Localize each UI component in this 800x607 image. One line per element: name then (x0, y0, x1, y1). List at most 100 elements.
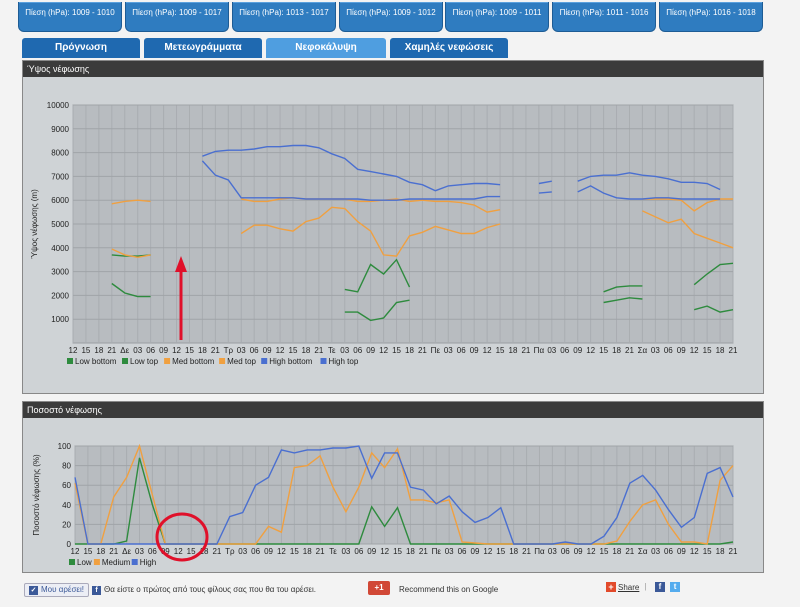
cloud-percent-panel: Ποσοστό νέφωσης 0 20 40 60 80 100 Ποσοστό νέφω… (22, 401, 764, 573)
x-tick-label: 06 (664, 346, 673, 355)
x-tick-label: 09 (677, 346, 686, 355)
facebook-like-text: f Θα είστε ο πρώτος από τους φίλους σας π… (92, 585, 316, 595)
x-tick-label: 03 (340, 346, 349, 355)
x-tick-label: 15 (289, 346, 298, 355)
pressure-tab[interactable]: Πίεση (hPa): 1009 - 1010 (18, 2, 122, 32)
facebook-share-icon[interactable]: f (654, 582, 665, 592)
x-tick-label: 09 (161, 547, 170, 556)
x-tick-label: Τρ (225, 547, 235, 556)
x-tick-label: 03 (237, 346, 246, 355)
x-tick-label: Τε (329, 547, 337, 556)
y-tick-label: 3000 (51, 268, 69, 277)
x-tick-label: 09 (264, 547, 273, 556)
x-tick-label: 15 (187, 547, 196, 556)
pressure-tab[interactable]: Πίεση (hPa): 1009 - 1017 (125, 2, 229, 32)
x-tick-label: 15 (600, 547, 609, 556)
pressure-tab[interactable]: Πίεση (hPa): 1013 - 1017 (232, 2, 336, 32)
x-tick-label: 21 (109, 547, 118, 556)
x-tick-label: Πε (432, 547, 442, 556)
x-tick-label: 21 (314, 346, 323, 355)
x-tick-label: 21 (212, 547, 221, 556)
legend-label: Low bottom (75, 357, 117, 366)
legend-label: Med top (227, 357, 256, 366)
legend-swatch (122, 358, 128, 364)
pressure-tab[interactable]: Πίεση (hPa): 1009 - 1012 (339, 2, 443, 32)
share-plus-icon: + (606, 582, 616, 592)
x-tick-label: 21 (522, 547, 531, 556)
x-tick-label: 03 (341, 547, 350, 556)
x-tick-label: 18 (509, 346, 518, 355)
legend-label: Low top (130, 357, 159, 366)
x-tick-label: 21 (418, 346, 427, 355)
legend-label: High bottom (269, 357, 312, 366)
x-tick-label: 15 (392, 346, 401, 355)
x-tick-label: Τε (328, 346, 336, 355)
x-tick-label: 21 (419, 547, 428, 556)
thumbs-up-icon: ✓ (29, 586, 38, 595)
pressure-tab[interactable]: Πίεση (hPa): 1009 - 1011 (445, 2, 549, 32)
x-tick-label: 12 (380, 547, 389, 556)
pressure-tab[interactable]: Πίεση (hPa): 1011 - 1016 (552, 2, 656, 32)
y-tick-label: 40 (62, 501, 71, 510)
y-tick-label: 100 (58, 442, 72, 451)
x-tick-label: 12 (277, 547, 286, 556)
x-tick-label: 18 (716, 547, 725, 556)
x-tick-label: 06 (148, 547, 157, 556)
y-tick-label: 10000 (47, 101, 70, 110)
x-tick-label: 12 (71, 547, 80, 556)
x-tick-label: 21 (316, 547, 325, 556)
x-tick-label: Σα (638, 547, 648, 556)
cloud-percent-chart: 020406080100Ποσοστό νέφωσης (%)12 15 18 21 Δ… (32, 442, 738, 567)
x-tick-label: 15 (496, 346, 505, 355)
x-tick-label: 18 (303, 547, 312, 556)
x-tick-label: Τρ (224, 346, 234, 355)
legend-label: Low (77, 558, 92, 567)
x-tick-label: 15 (81, 346, 90, 355)
x-tick-label: 21 (729, 547, 738, 556)
google-plus-button[interactable]: +1 (368, 581, 390, 595)
x-tick-label: 03 (133, 346, 142, 355)
x-tick-label: 06 (251, 547, 260, 556)
x-tick-label: 21 (729, 346, 738, 355)
x-tick-label: 03 (651, 346, 660, 355)
x-tick-label: 06 (250, 346, 259, 355)
tab-cloud-cover[interactable]: Νεφοκάλυψη (266, 38, 386, 58)
x-tick-label: 18 (96, 547, 105, 556)
y-axis-label: Ύψος νέφωσης (m) (30, 189, 39, 259)
x-tick-label: 15 (83, 547, 92, 556)
x-tick-label: 12 (690, 547, 699, 556)
x-tick-label: 12 (483, 547, 492, 556)
pressure-tab[interactable]: Πίεση (hPa): 1016 - 1018 (659, 2, 763, 32)
y-tick-label: 9000 (51, 125, 69, 134)
y-tick-label: 4000 (51, 244, 69, 253)
x-tick-label: 18 (612, 547, 621, 556)
legend-label: Medium (102, 558, 131, 567)
tab-low-clouds[interactable]: Χαμηλές νεφώσεις (390, 38, 508, 58)
tab-meteograms[interactable]: Μετεωγράμματα (144, 38, 262, 58)
x-tick-label: 12 (174, 547, 183, 556)
twitter-share-icon[interactable]: t (670, 582, 681, 592)
x-tick-label: 06 (146, 346, 155, 355)
cloud-height-title: Ύψος νέφωσης (23, 61, 763, 77)
x-tick-label: 15 (703, 346, 712, 355)
x-tick-label: 21 (107, 346, 116, 355)
share-widget: + Share | f t (606, 582, 681, 592)
facebook-like-button[interactable]: ✓ Μου αρέσει! (24, 583, 89, 597)
x-tick-label: 03 (445, 547, 454, 556)
x-tick-label: 06 (354, 547, 363, 556)
x-tick-label: 09 (574, 547, 583, 556)
x-tick-label: 18 (405, 346, 414, 355)
legend-label: High (140, 558, 156, 567)
share-link[interactable]: Share (618, 583, 639, 592)
x-tick-label: 21 (211, 346, 220, 355)
x-tick-label: 06 (560, 346, 569, 355)
y-tick-label: 2000 (51, 291, 69, 300)
legend-label: High top (329, 357, 359, 366)
tab-forecast[interactable]: Πρόγνωση (22, 38, 140, 58)
x-tick-label: 09 (366, 346, 375, 355)
legend-swatch (131, 559, 138, 565)
y-tick-label: 60 (62, 481, 71, 490)
y-tick-label: 7000 (51, 172, 69, 181)
y-axis-label: Ποσοστό νέφωσης (%) (32, 454, 41, 536)
x-tick-label: 15 (599, 346, 608, 355)
